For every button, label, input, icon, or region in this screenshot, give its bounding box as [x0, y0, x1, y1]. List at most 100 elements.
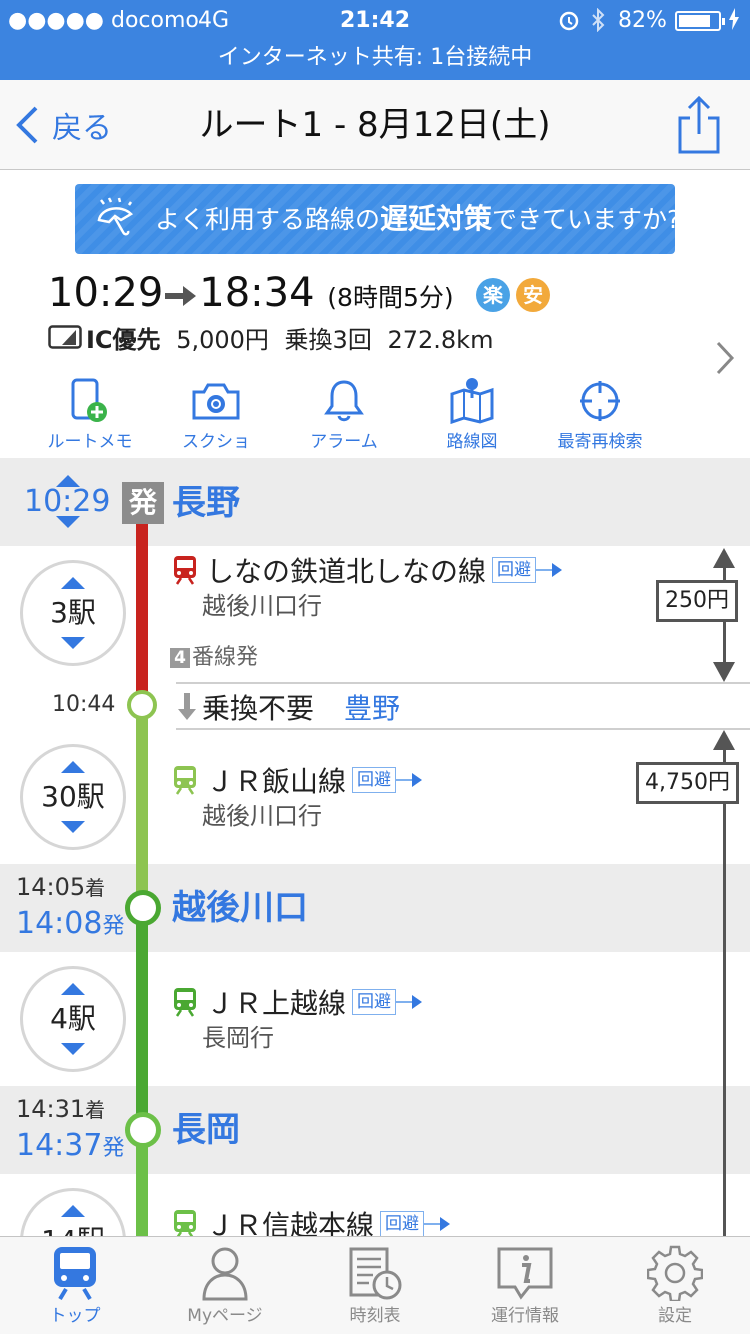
share-icon[interactable]	[672, 94, 726, 156]
back-button[interactable]: 戻る	[14, 100, 112, 150]
ic-card-icon	[48, 323, 82, 359]
line-row-shinano[interactable]: しなの鉄道北しなの線 回避	[172, 550, 566, 590]
destination: 長岡行	[202, 1024, 274, 1052]
train-icon	[174, 556, 196, 585]
screenshot-button[interactable]: スクショ	[156, 378, 276, 454]
depart-time: 10:29	[48, 270, 164, 316]
avoid-button[interactable]: 回避	[380, 1211, 425, 1237]
alarm-icon	[558, 8, 580, 38]
arrival-mark: 着	[85, 1098, 106, 1122]
arrival-time: 14:31着	[16, 1094, 105, 1125]
tab-timetable[interactable]: 時刻表	[300, 1237, 450, 1334]
tethering-label[interactable]: インターネット共有: 1台接続中	[0, 42, 750, 74]
bluetooth-icon	[590, 7, 606, 38]
info-icon	[497, 1247, 553, 1300]
tab-label: 時刻表	[349, 1306, 401, 1326]
chevron-right-icon[interactable]	[712, 338, 738, 378]
fare-range-top-arrow	[713, 730, 735, 750]
transfer-station-link[interactable]: 豊野	[344, 687, 400, 727]
back-label: 戻る	[52, 111, 112, 146]
battery-fill	[679, 15, 710, 27]
line-name: ＪＲ上越線	[206, 987, 347, 1020]
banner-text-a: よく利用する路線の	[155, 205, 381, 234]
line-row-joetsu[interactable]: ＪＲ上越線 回避	[172, 982, 426, 1022]
stop-count-button[interactable]: 30駅	[20, 744, 126, 850]
page-title: ルート1 - 8月12日(土)	[199, 105, 551, 145]
route-memo-button[interactable]: ルートメモ	[30, 378, 150, 454]
total-fare: 5,000円	[176, 326, 269, 354]
arrive-time: 18:34	[199, 270, 315, 316]
tab-mypage[interactable]: Myページ	[150, 1237, 300, 1334]
divider	[176, 728, 750, 730]
station-name[interactable]: 越後川口	[172, 884, 308, 932]
avoid-button[interactable]: 回避	[492, 557, 537, 583]
timetable-icon	[349, 1247, 402, 1300]
line-segment-shinano	[136, 520, 148, 704]
fare-range-line	[723, 748, 726, 1236]
destination: 越後川口行	[202, 592, 322, 620]
time-down-arrow[interactable]	[56, 516, 80, 528]
origin-station-row[interactable]	[0, 458, 750, 546]
route-map-button[interactable]: 路線図	[412, 378, 532, 454]
tab-top[interactable]: トップ	[0, 1237, 150, 1334]
map-pin-icon	[450, 378, 494, 424]
distance: 272.8km	[387, 326, 494, 354]
nearest-research-label: 最寄再検索	[557, 432, 643, 452]
departure-mark: 発	[102, 1136, 125, 1161]
divider	[176, 682, 750, 684]
tab-bar: トップ Myページ 時刻表 運行情報 設定	[0, 1236, 750, 1334]
alarm-label: アラーム	[310, 432, 378, 452]
alarm-button[interactable]: アラーム	[284, 378, 404, 454]
stop-count: 3駅	[50, 596, 96, 629]
delay-banner[interactable]: よく利用する路線の遅延対策できていますか?	[75, 184, 680, 254]
transfer-count: 乗換3回	[284, 326, 372, 354]
route-map-label: 路線図	[446, 432, 498, 452]
line-name: ＪＲ飯山線	[206, 765, 347, 798]
nearest-research-button[interactable]: 最寄再検索	[540, 378, 660, 454]
origin-station-name[interactable]: 長野	[172, 480, 240, 526]
an-badge: 安	[516, 278, 550, 312]
camera-icon	[192, 383, 240, 420]
arrival-time: 14:05着	[16, 872, 105, 903]
arrow-right-icon	[536, 563, 563, 577]
platform-label: 番線発	[192, 645, 259, 670]
no-transfer-row: 乗換不要 豊野	[176, 687, 400, 727]
stop-count-button[interactable]: 3駅	[20, 560, 126, 666]
fare-label: 4,750円	[636, 762, 739, 804]
fare-label: 250円	[656, 580, 738, 622]
chevron-left-icon	[16, 106, 38, 144]
departure-time-value: 14:08	[16, 906, 103, 941]
depart-mark: 発	[122, 482, 164, 524]
tab-service-info[interactable]: 運行情報	[450, 1237, 600, 1334]
banner-text-emphasis: 遅延対策	[380, 202, 493, 235]
tab-label: 運行情報	[491, 1306, 559, 1326]
banner-text: よく利用する路線の遅延対策できていますか?	[155, 184, 680, 255]
destination: 越後川口行	[202, 802, 322, 830]
banner-text-c: できていますか?	[492, 205, 681, 234]
stop-count-button[interactable]: 4駅	[20, 966, 126, 1072]
station-node	[125, 890, 161, 926]
avoid-button[interactable]: 回避	[352, 989, 397, 1015]
avoid-button[interactable]: 回避	[352, 767, 397, 793]
route-summary: IC優先 5,000円 乗換3回 272.8km	[48, 322, 493, 359]
station-name[interactable]: 長岡	[172, 1106, 240, 1154]
gear-icon	[647, 1245, 703, 1301]
arrival-mark: 着	[85, 876, 106, 900]
line-name: しなの鉄道北しなの線	[206, 555, 487, 588]
departure-time: 14:08発	[16, 904, 124, 947]
stop-count: 4駅	[50, 1002, 96, 1035]
train-icon	[54, 1247, 96, 1301]
arrow-right-icon	[424, 1217, 451, 1231]
station-node	[125, 1112, 161, 1148]
line-segment-iiyama	[136, 704, 148, 908]
route-memo-label: ルートメモ	[47, 432, 133, 452]
arrow-down-icon	[178, 693, 196, 720]
arrow-right-icon	[396, 773, 423, 787]
line-row-iiyama[interactable]: ＪＲ飯山線 回避	[172, 760, 426, 800]
station-node	[127, 690, 157, 720]
departure-time-value: 14:37	[16, 1128, 103, 1163]
platform-number: 4	[170, 648, 190, 668]
departure-time: 14:37発	[16, 1126, 124, 1169]
tab-label: トップ	[49, 1306, 101, 1326]
tab-settings[interactable]: 設定	[600, 1237, 750, 1334]
